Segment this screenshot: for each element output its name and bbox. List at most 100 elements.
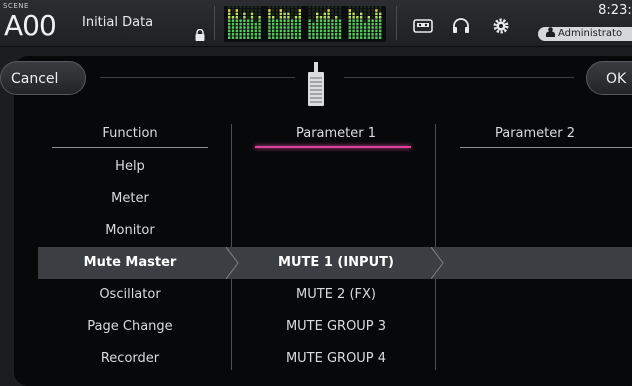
meter-segment [287,16,290,19]
meter-segment [348,6,351,9]
meter-segment [294,36,298,39]
meter-segment [275,16,279,19]
parameter1-item-mute-group-4[interactable]: MUTE GROUP 4 [240,343,432,375]
meter-segment [360,9,363,12]
meter-segment [323,19,326,22]
function-item-help[interactable]: Help [40,151,220,183]
meter-segment [272,19,275,22]
meter-segment [239,9,242,12]
meter-segment [235,19,238,22]
parameter1-item-mute-group-3[interactable]: MUTE GROUP 3 [240,311,432,343]
meter-segment [379,22,382,26]
meter-segment [312,16,315,19]
meter-segment [348,33,351,36]
meter-segment [312,19,315,22]
meter-segment [275,33,279,36]
meter-segment [338,19,342,22]
meter-segment [379,19,382,22]
meter-segment [356,19,359,22]
meter-segment [228,26,231,29]
meter-segment [367,29,370,33]
user-badge[interactable]: Administrato [538,27,632,41]
meter-segment [275,29,279,33]
column-header-parameter2[interactable]: Parameter 2 [440,126,630,141]
meter-segment [371,12,374,16]
parameter1-item-mute-1-input[interactable]: MUTE 1 (INPUT) [240,247,432,279]
meter-segment [356,9,359,12]
meter-segment [323,29,326,33]
meter-segment [319,36,323,39]
meter-segment [228,6,231,9]
meter-segment [331,12,334,16]
meter-segment [291,22,294,26]
meter-segment [375,29,378,33]
function-item-meter[interactable]: Meter [40,183,220,215]
function-item-oscillator[interactable]: Oscillator [40,279,220,311]
function-item-monitor[interactable]: Monitor [40,215,220,247]
meter-segment [308,26,311,29]
meter-segment [319,29,323,33]
meter-segment [363,36,367,39]
ok-button[interactable]: OK [586,61,632,95]
meter-segment [356,22,359,26]
scene-number[interactable]: A00 [4,8,57,44]
meter-segment [258,9,261,12]
meter-segment [279,9,282,12]
meter-segment [298,19,301,22]
meter-segment [371,26,374,29]
meter-segment [272,22,275,26]
tape-icon[interactable] [413,19,433,33]
meter-segment [327,36,330,39]
scene-title[interactable]: Initial Data [82,15,153,30]
function-item-recorder[interactable]: Recorder [40,343,220,375]
meter-segment [316,26,319,29]
meter-segment [331,29,334,33]
meter-display[interactable] [224,6,386,42]
meter-segment [283,26,286,29]
meter-segment [283,33,286,36]
parameter1-item-mute-2-fx[interactable]: MUTE 2 (FX) [240,279,432,311]
meter-segment [360,12,363,16]
meter-segment [250,36,254,39]
meter-segment [231,19,235,22]
meter-segment [247,22,250,26]
function-item-page-change[interactable]: Page Change [40,311,220,343]
meter-segment [352,22,355,26]
meter-segment [323,9,326,12]
headphone-icon[interactable] [452,18,470,34]
meter-segment [275,36,279,39]
meter-segment [356,36,359,39]
lock-icon[interactable] [195,29,205,41]
meter-segment [268,6,271,9]
meter-segment [268,19,271,22]
meter-segment [283,19,286,22]
meter-segment [331,9,334,12]
meter-segment [379,26,382,29]
meter-segment [348,9,351,12]
meter-segment [327,9,330,12]
meter-segment [319,22,323,26]
meter-segment [228,36,231,39]
meter-segment [319,19,323,22]
meter-segment [356,16,359,19]
meter-segment [268,29,271,33]
meter-segment [331,36,334,39]
meter-segment [235,6,238,9]
gear-icon[interactable] [491,16,511,36]
meter-segment [308,33,311,36]
meter-segment [319,9,323,12]
column-header-parameter1[interactable]: Parameter 1 [240,126,432,141]
meter-segment [291,12,294,16]
meter-segment [247,9,250,12]
meter-segment [294,9,298,12]
cancel-button[interactable]: Cancel [0,61,86,95]
meter-segment [327,26,330,29]
meter-segment [287,9,290,12]
meter-segment [294,12,298,16]
meter-segment [231,29,235,33]
meter-segment [231,33,235,36]
function-item-mute-master[interactable]: Mute Master [40,247,220,279]
chevron-right-icon [431,247,444,279]
meter-segment [283,6,286,9]
meter-segment [356,26,359,29]
